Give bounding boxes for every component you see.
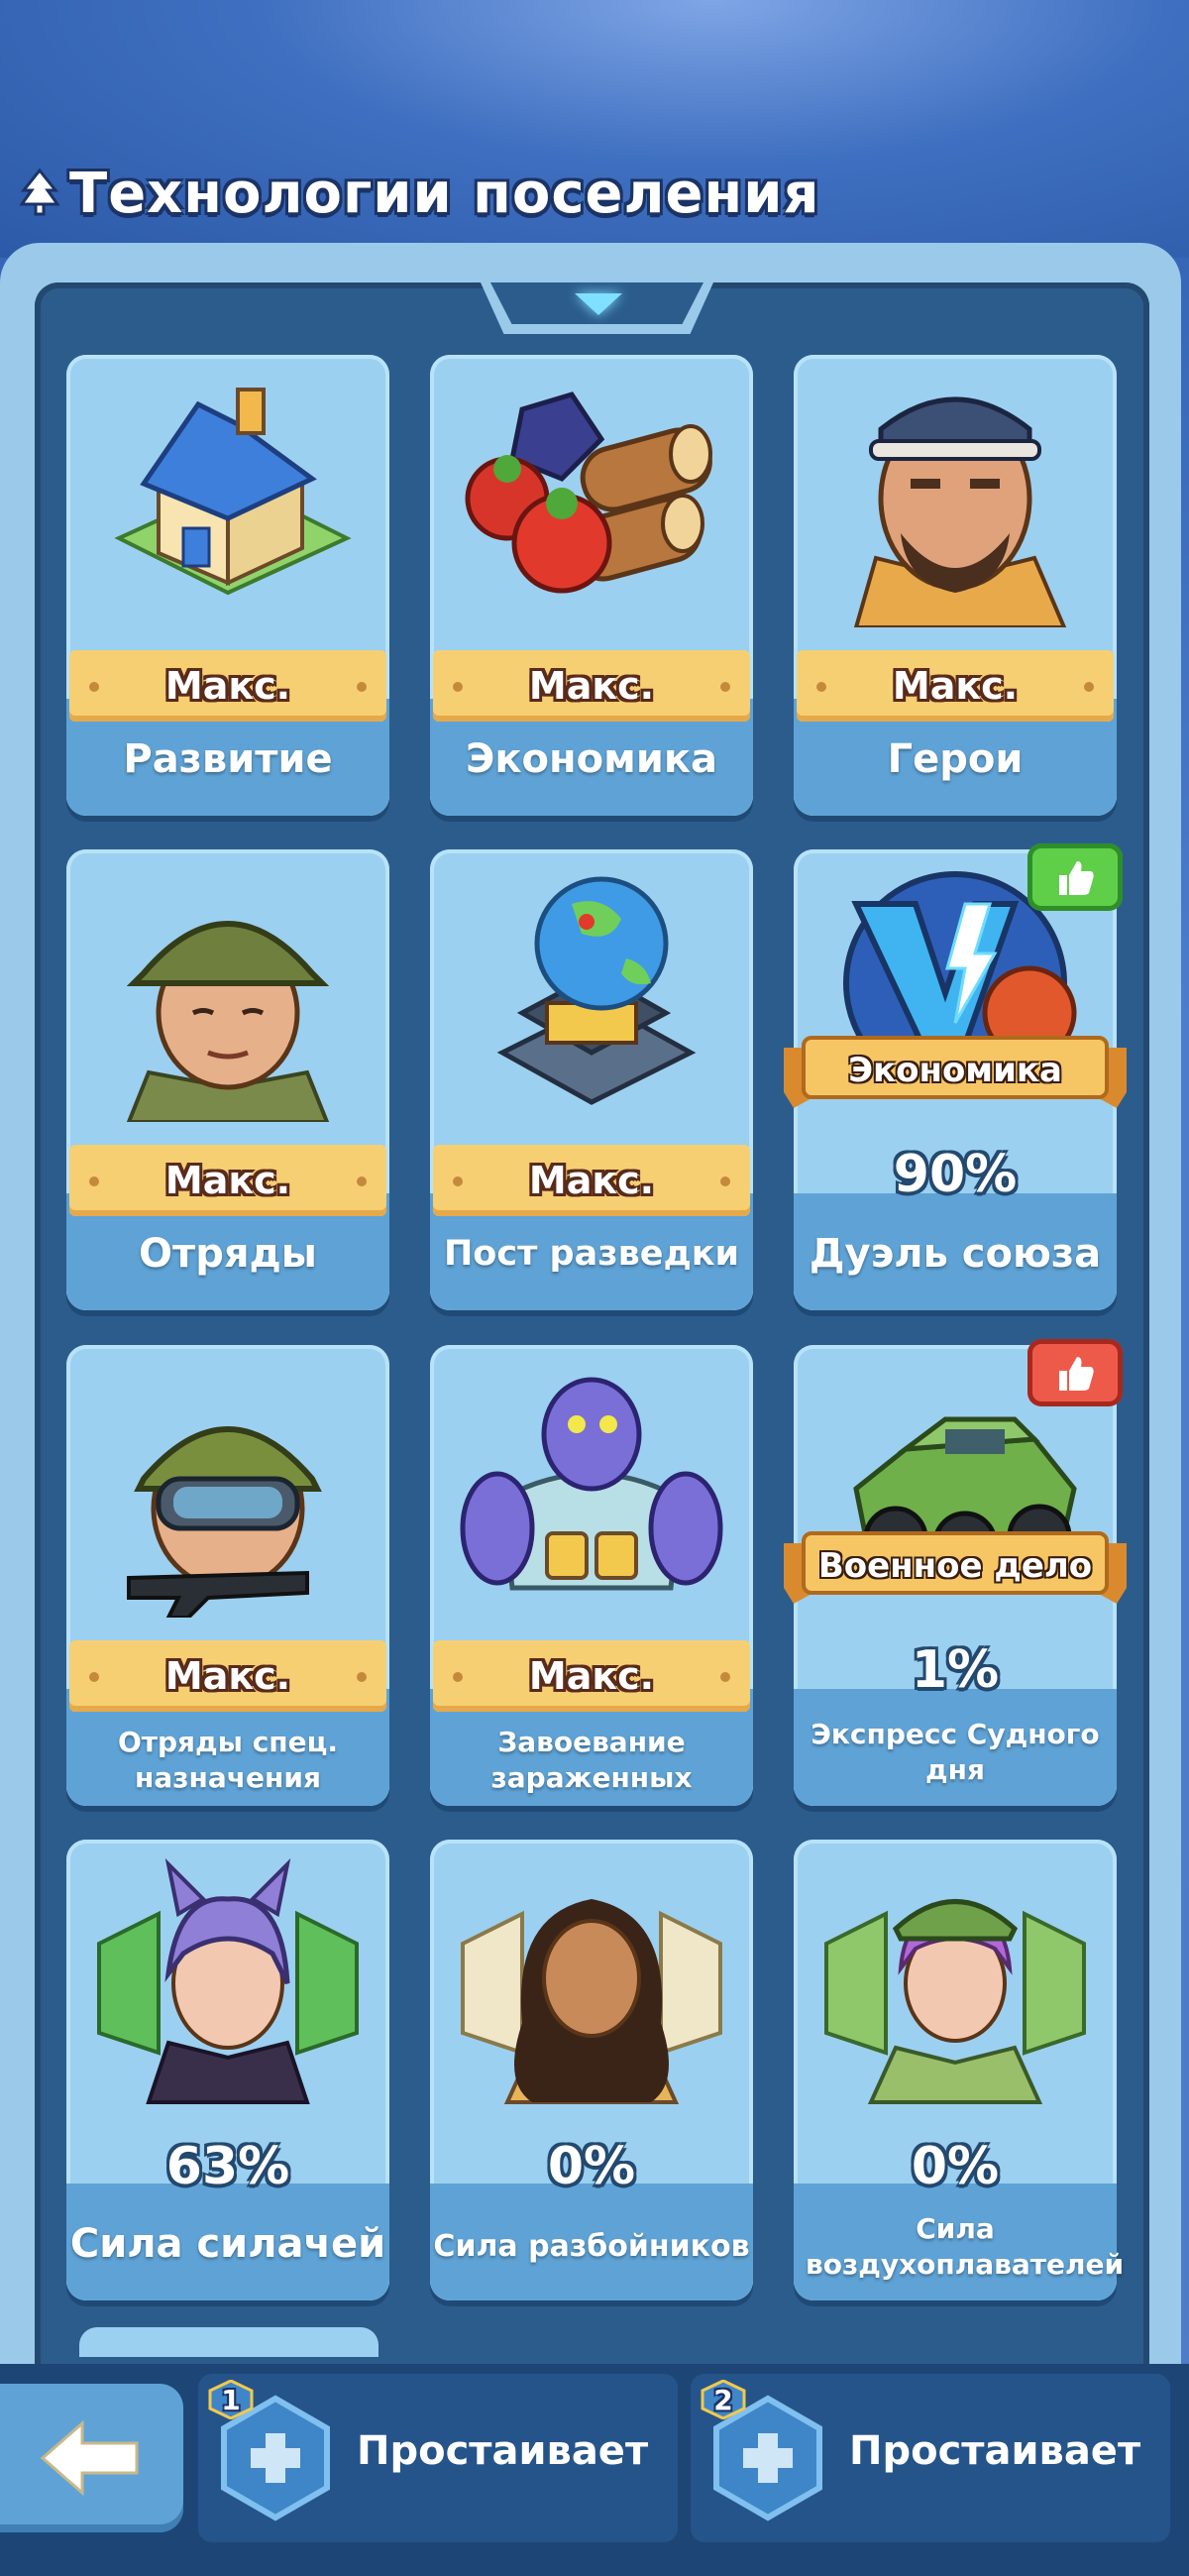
tech-card-raider-power[interactable]: 0% Сила разбойников [430,1840,753,2300]
aeronaut-hero-icon [824,1899,1086,2104]
progress-percent: 0% [547,2137,636,2196]
tree-icon [20,168,59,216]
research-slot-1[interactable]: 1 Простаивает [198,2374,678,2542]
tech-card-alliance-duel[interactable]: Экономика 90% Дуэль союза [784,843,1127,1310]
card-label: Герои [887,736,1024,782]
tech-card-development[interactable]: Макс. Развитие [66,355,389,816]
status-text: Макс. [528,664,655,708]
card-label: Сила воздухоплавателей [806,2212,1125,2281]
status-text: Макс. [164,1654,291,1698]
card-label: Дуэль союза [809,1231,1102,1277]
status-ribbon: Макс. [797,650,1114,722]
progress-percent: 1% [911,1640,1000,1700]
tech-card-infected-conquest[interactable]: Макс. Завоевание зараженных [430,1345,753,1806]
status-text: Макс. [164,664,291,708]
status-ribbon: Макс. [433,1640,750,1712]
progress-percent: 63% [165,2137,290,2196]
card-label: Отряды [139,1231,317,1277]
slot-number: 1 [221,2383,241,2416]
tech-card-economy[interactable]: Макс. Экономика [430,355,753,816]
card-label: Отряды спец. назначения [117,1726,339,1794]
thumbs-up-icon [1059,1357,1094,1391]
research-slot-2[interactable]: 2 Простаивает [691,2374,1170,2542]
card-label: Развитие [123,736,333,782]
tech-card-heroes[interactable]: Макс. Герои [794,355,1117,816]
globe-radar-icon [496,876,697,1105]
slot-number-badge: 1 [208,2380,254,2419]
tech-card-troops[interactable]: Макс. Отряды [66,849,389,1310]
status-ribbon: Макс. [69,650,386,722]
hero-portrait-icon [853,396,1067,627]
slot-number-badge: 2 [701,2380,746,2419]
progress-percent: 90% [893,1145,1018,1204]
special-forces-icon [127,1426,322,1618]
card-label: Сила силачей [69,2221,386,2267]
resources-icon [465,392,712,594]
page-header: Технологии поселения [20,149,819,238]
slot-status-label: Простаивает [357,2428,649,2474]
brute-hero-icon [97,1857,359,2104]
tech-card-aeronaut-power[interactable]: 0% Сила воздухоплавателей [794,1840,1125,2300]
status-ribbon: Макс. [433,650,750,722]
back-button[interactable] [0,2384,183,2532]
tech-card-intel-post[interactable]: Макс. Пост разведки [430,849,753,1310]
recommend-thumb-badge [1027,1339,1123,1406]
status-ribbon: Макс. [69,1640,386,1712]
soldier-icon [126,921,330,1122]
zombie-icon [460,1377,723,1591]
slot-status-label: Простаивает [849,2428,1141,2474]
tech-card-doomsday-express[interactable]: Военное дело 1% Экспресс Судного дня [784,1339,1127,1806]
slot-number: 2 [713,2383,733,2416]
status-text: Макс. [528,1159,655,1202]
status-ribbon: Макс. [69,1145,386,1216]
back-arrow-icon [40,2419,138,2497]
page-title: Технологии поселения [69,161,820,226]
house-icon [114,388,352,596]
card-label: Пост разведки [444,1234,739,1274]
status-text: Макс. [528,1654,655,1698]
collapse-arrow-icon[interactable] [575,293,622,315]
category-tag-text: Экономика [848,1051,1062,1090]
status-ribbon: Макс. [433,1145,750,1216]
recommend-thumb-badge [1027,843,1123,911]
tech-card-special-forces[interactable]: Макс. Отряды спец. назначения [66,1345,389,1806]
category-tag: Военное дело [784,1528,1127,1604]
thumbs-up-icon [1059,861,1094,895]
next-card-peek [79,2327,378,2357]
card-label: Экспресс Судного дня [811,1718,1100,1786]
category-tag: Экономика [784,1033,1127,1108]
category-tag-text: Военное дело [817,1546,1093,1586]
progress-percent: 0% [911,2137,1000,2196]
card-label: Завоевание зараженных [490,1726,693,1794]
card-label: Сила разбойников [433,2229,750,2264]
raider-hero-icon [461,1899,722,2104]
tech-card-brute-power[interactable]: 63% Сила силачей [66,1840,389,2300]
status-text: Макс. [892,664,1019,708]
status-text: Макс. [164,1159,291,1202]
card-label: Экономика [466,736,717,782]
